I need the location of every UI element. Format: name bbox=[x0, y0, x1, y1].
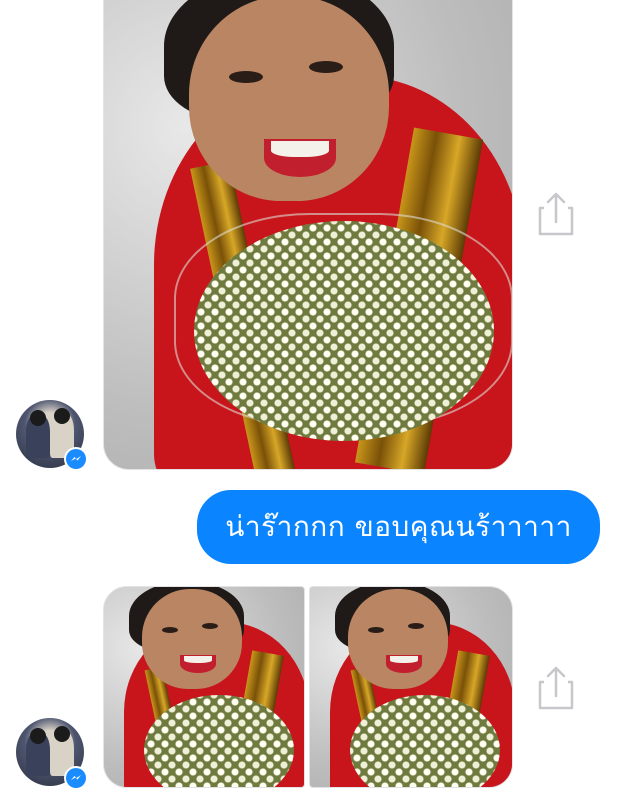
messenger-bolt-icon bbox=[71, 456, 81, 461]
outgoing-message-text: น่าร๊ากกก ขอบคุณนร้าาาาา bbox=[225, 510, 572, 543]
messenger-badge-icon bbox=[64, 766, 88, 790]
photo-message-1[interactable] bbox=[103, 0, 513, 470]
photo-bouquet bbox=[194, 221, 494, 441]
share-icon[interactable] bbox=[538, 666, 574, 710]
photo-message-2[interactable] bbox=[103, 586, 305, 788]
messenger-bolt-icon bbox=[71, 775, 81, 780]
outgoing-message-bubble[interactable]: น่าร๊ากกก ขอบคุณนร้าาาาา bbox=[197, 490, 600, 564]
messenger-badge-icon bbox=[64, 447, 88, 471]
photo-message-3[interactable] bbox=[309, 586, 513, 788]
share-icon[interactable] bbox=[538, 192, 574, 236]
